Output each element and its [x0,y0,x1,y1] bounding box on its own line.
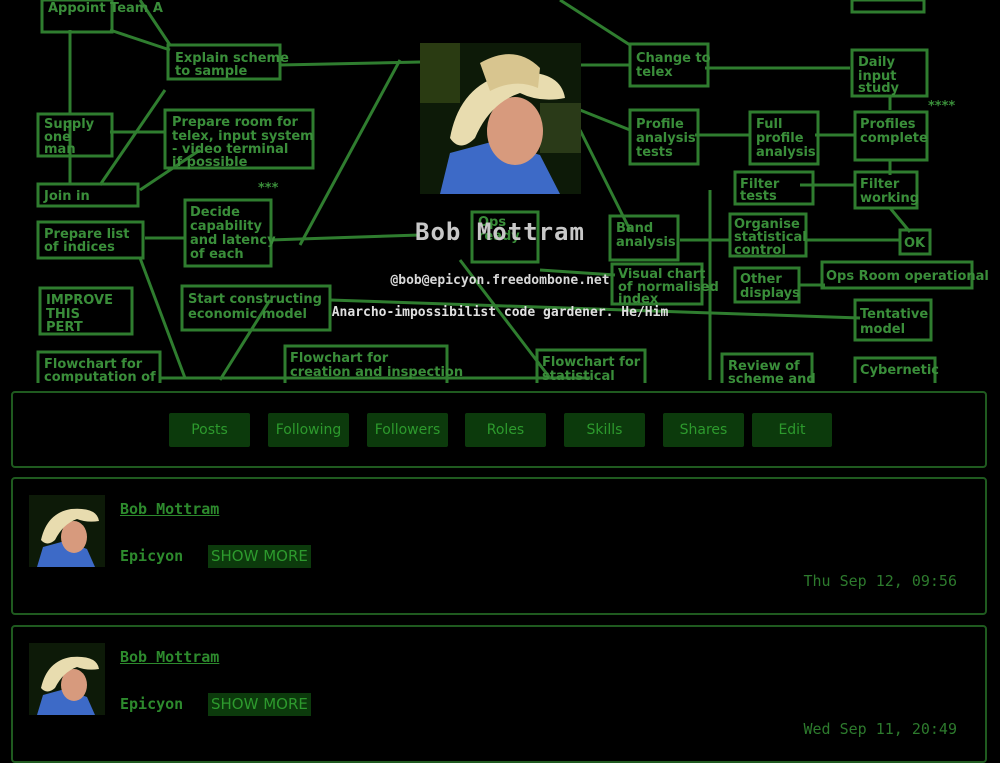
svg-text:Cybernetic: Cybernetic [860,363,939,378]
svg-text:PERT: PERT [46,320,83,335]
svg-text:creation and inspection: creation and inspection [290,365,463,380]
svg-text:Change to: Change to [636,51,711,66]
nav-edit-button[interactable]: Edit [752,413,832,447]
svg-text:man: man [44,142,76,157]
show-more-button[interactable]: SHOW MORE [208,545,311,568]
svg-text:telex: telex [636,65,673,80]
svg-text:model: model [860,322,905,337]
post-card: Bob Mottram Epicyon SHOW MORE Thu Sep 12… [11,477,987,615]
post-domain: Epicyon [120,547,184,565]
svg-text:profile: profile [756,131,804,146]
post-domain: Epicyon [120,695,184,713]
svg-text:complete: complete [860,131,928,146]
svg-text:Prepare room for: Prepare room for [172,115,299,130]
svg-text:Flowchart for: Flowchart for [542,355,641,370]
svg-text:***: *** [258,181,279,196]
profile-bio: Anarcho-impossibilist code gardener. He/… [331,305,669,320]
svg-text:scheme and: scheme and [728,372,816,383]
nav-shares-button[interactable]: Shares [663,413,744,447]
svg-text:Appoint Team A: Appoint Team A [48,1,163,16]
post-author-link[interactable]: Bob Mottram [120,500,219,518]
svg-text:analysis: analysis [756,145,816,160]
post-avatar[interactable] [29,495,105,567]
svg-text:Full: Full [756,117,782,132]
svg-text:Daily: Daily [858,55,895,70]
profile-nav: Posts Following Followers Roles Skills S… [13,413,985,447]
svg-text:computation of: computation of [44,370,156,383]
svg-text:****: **** [928,99,955,114]
svg-text:Profile: Profile [636,117,684,132]
svg-text:statistical: statistical [542,369,615,383]
profile-avatar[interactable] [420,43,581,194]
svg-text:to sample: to sample [175,64,247,79]
profile-banner: Appoint Team A Explain scheme to sample … [0,0,1000,383]
svg-text:Filter: Filter [860,177,900,192]
post-card: Bob Mottram Epicyon SHOW MORE Wed Sep 11… [11,625,987,763]
profile-nav-panel: Posts Following Followers Roles Skills S… [11,391,987,468]
nav-followers-button[interactable]: Followers [367,413,448,447]
post-author-link[interactable]: Bob Mottram [120,648,219,666]
post-timestamp[interactable]: Wed Sep 11, 20:49 [803,720,957,738]
svg-text:study: study [858,81,900,96]
svg-text:if possible: if possible [172,155,248,170]
svg-text:displays: displays [740,286,800,301]
svg-text:Profiles: Profiles [860,117,916,132]
nav-roles-button[interactable]: Roles [465,413,546,447]
svg-text:tests: tests [636,145,673,160]
nav-skills-button[interactable]: Skills [564,413,645,447]
svg-text:Join in: Join in [43,189,90,204]
svg-text:Flowchart for: Flowchart for [290,351,389,366]
svg-text:of each: of each [190,247,244,262]
post-timestamp[interactable]: Thu Sep 12, 09:56 [803,572,957,590]
profile-name: Bob Mottram [415,218,585,246]
svg-text:tests: tests [740,189,777,204]
profile-handle: @bob@epicyon.freedombone.net [390,273,610,288]
svg-text:analysis: analysis [636,131,696,146]
show-more-button[interactable]: SHOW MORE [208,693,311,716]
nav-posts-button[interactable]: Posts [169,413,250,447]
svg-text:working: working [860,191,919,206]
nav-following-button[interactable]: Following [268,413,349,447]
post-avatar[interactable] [29,643,105,715]
